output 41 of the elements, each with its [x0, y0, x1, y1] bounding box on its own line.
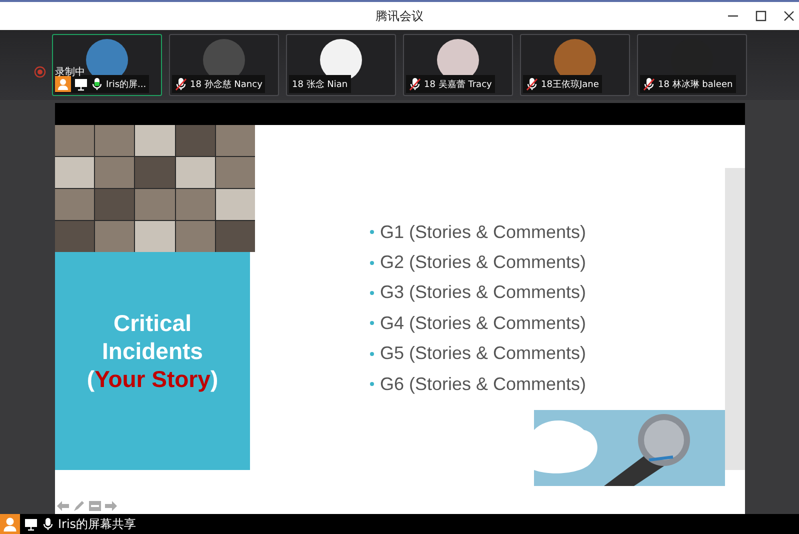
- slide-title: Incidents: [102, 337, 203, 365]
- bullet-icon: [370, 230, 374, 234]
- screen-share-icon[interactable]: [74, 77, 88, 91]
- avatar-photo-placeholder: [320, 39, 362, 81]
- microphone-icon[interactable]: [42, 517, 54, 531]
- bullet-text: G5 (Stories & Comments): [380, 343, 586, 364]
- bullet-icon: [370, 260, 374, 265]
- participant-tile[interactable]: 18 吴嘉蕾 Tracy: [403, 34, 513, 96]
- window-title: 腾讯会议: [376, 8, 424, 24]
- participant-name: 18王依琼Jane: [541, 78, 599, 90]
- participant-tile[interactable]: 18 张念 Nian: [286, 34, 396, 96]
- bullet-text: G6 (Stories & Comments): [380, 374, 586, 395]
- bullet-icon: [370, 290, 374, 295]
- microphone-icon[interactable]: [91, 77, 103, 91]
- participant-name: 18 林冰琳 baleen: [658, 78, 733, 90]
- participant-name: 18 张念 Nian: [292, 78, 348, 90]
- bullet-text: G2 (Stories & Comments): [380, 252, 586, 274]
- screen-share-label: Iris的屏幕共享: [58, 516, 136, 532]
- participant-tile[interactable]: 18 林冰琳 baleen: [637, 34, 747, 96]
- bullet-icon: [370, 352, 374, 356]
- screen-share-icon[interactable]: [24, 517, 38, 531]
- participant-name: 18 孙念慈 Nancy: [190, 78, 262, 90]
- bullet-text: G1 (Stories & Comments): [380, 222, 586, 243]
- maximize-icon[interactable]: [755, 10, 767, 22]
- bullet-text: G3 (Stories & Comments): [380, 282, 586, 304]
- participant-tile[interactable]: 18 孙念慈 Nancy: [169, 34, 279, 96]
- record-icon: [34, 66, 46, 78]
- slide-subtitle: (Your Story): [86, 365, 218, 393]
- close-icon[interactable]: [783, 10, 795, 22]
- slide-title: Critical: [114, 309, 192, 337]
- bullet-icon: [370, 382, 374, 386]
- muted-microphone-icon[interactable]: [643, 77, 655, 91]
- bullet-text: G4 (Stories & Comments): [380, 312, 586, 334]
- bullet-icon: [370, 321, 374, 326]
- participant-tile[interactable]: 18王依琼Jane: [520, 34, 630, 96]
- muted-microphone-icon[interactable]: [175, 77, 187, 91]
- recording-label: 录制中: [55, 66, 85, 79]
- participant-name: Iris的屏...: [106, 78, 146, 90]
- muted-microphone-icon[interactable]: [526, 77, 538, 91]
- participant-name: 18 吴嘉蕾 Tracy: [424, 78, 492, 90]
- muted-microphone-icon[interactable]: [409, 77, 421, 91]
